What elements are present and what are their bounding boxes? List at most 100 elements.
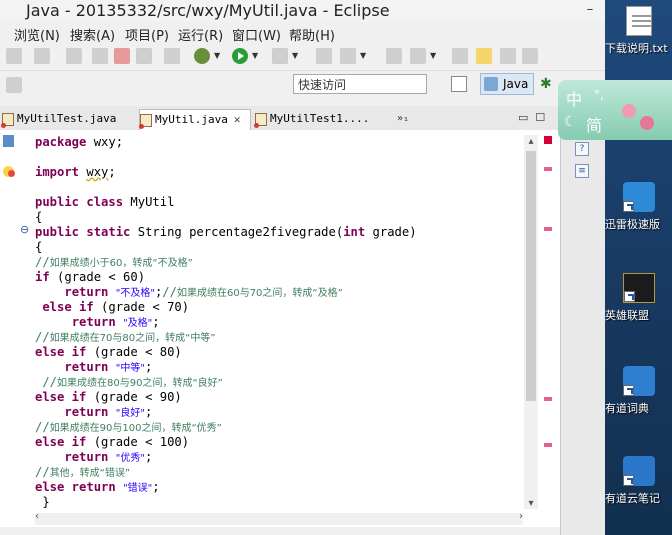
source-code[interactable]: package wxy; import wxy; public class My… [35, 135, 417, 510]
vertical-scrollbar[interactable]: ▴ ▾ [524, 135, 538, 509]
code-line[interactable]: //如果成绩在80与90之间，转成“良好” [35, 375, 417, 390]
scroll-right-arrow-icon[interactable]: › [519, 511, 523, 522]
help-icon[interactable]: ? [575, 142, 589, 156]
suspend-icon[interactable] [92, 48, 108, 64]
overview-marker[interactable] [544, 167, 552, 171]
code-line[interactable]: public class MyUtil [35, 195, 417, 210]
import-warning-icon[interactable] [3, 166, 15, 177]
code-line[interactable]: return "良好"; [35, 405, 417, 420]
overview-marker[interactable] [544, 397, 552, 401]
code-line[interactable]: } [35, 495, 417, 510]
tab-myutiltest[interactable]: MyUtilTest.java [1, 109, 130, 129]
new-java-class-icon[interactable] [340, 48, 356, 64]
tab-myutil[interactable]: MyUtil.java ✕ [139, 109, 251, 130]
code-line[interactable]: { [35, 240, 417, 255]
close-tab-icon[interactable]: ✕ [234, 113, 241, 126]
code-token: (grade < 100) [86, 435, 190, 449]
menu-project[interactable]: 项目(P) [125, 25, 169, 44]
last-edit-icon[interactable] [6, 77, 22, 93]
skip-breakpoints-icon[interactable] [164, 48, 180, 64]
ime-toolbar[interactable]: 中 °, ☾ 简 [558, 80, 672, 140]
undo-icon[interactable] [6, 48, 22, 64]
error-summary-icon[interactable] [544, 136, 552, 144]
toggle-mark-occurrences-icon[interactable] [452, 48, 468, 64]
step-icon[interactable] [66, 48, 82, 64]
code-line[interactable]: { [35, 210, 417, 225]
code-line[interactable]: //如果成绩在70与80之间，转成“中等” [35, 330, 417, 345]
disconnect-icon[interactable] [136, 48, 152, 64]
desktop-icon-xunlei[interactable]: 迅雷极速版 [605, 182, 672, 232]
open-type-icon[interactable] [386, 48, 402, 64]
java-perspective-button[interactable]: Java [480, 73, 534, 95]
horizontal-scrollbar[interactable]: ‹ › [35, 511, 523, 525]
scroll-left-arrow-icon[interactable]: ‹ [35, 511, 39, 522]
ime-halfwidth-icon[interactable]: ☾ [564, 114, 577, 130]
desktop-icon-readme[interactable]: 下载说明.txt [605, 6, 672, 56]
menu-window[interactable]: 窗口(W) [232, 25, 281, 44]
quick-access-input[interactable]: 快速访问 [293, 74, 427, 94]
new-java-package-icon[interactable] [316, 48, 332, 64]
new-dropdown-icon[interactable]: ▼ [360, 48, 368, 64]
run-icon[interactable] [232, 48, 248, 64]
code-line[interactable]: //如果成绩在90与100之间，转成“优秀” [35, 420, 417, 435]
maximize-editor-icon[interactable]: ☐ [535, 111, 545, 124]
open-perspective-icon[interactable] [451, 76, 467, 92]
scroll-up-arrow-icon[interactable]: ▴ [524, 135, 538, 149]
menu-navigate[interactable]: 浏览(N) [14, 25, 60, 44]
menu-help[interactable]: 帮助(H) [289, 25, 335, 44]
run-dropdown-icon[interactable]: ▼ [252, 48, 260, 64]
code-line[interactable]: public static String percentage2fivegrad… [35, 225, 417, 240]
scroll-thumb[interactable] [526, 151, 536, 401]
code-line[interactable]: import wxy; [35, 165, 417, 180]
desktop-icon-youdao-dict[interactable]: 有道词典 [605, 366, 672, 416]
fold-collapse-icon[interactable]: ⊖ [20, 223, 29, 236]
ime-chinese-mode[interactable]: 中 [566, 86, 582, 110]
code-line[interactable]: return "中等"; [35, 360, 417, 375]
external-tools-icon[interactable] [272, 48, 288, 64]
minimize-editor-icon[interactable]: ▭ [518, 111, 528, 124]
tabs-overflow-button[interactable]: »₁ [397, 109, 409, 129]
debug-perspective-icon[interactable]: ✱ [540, 76, 552, 92]
code-line[interactable]: return "不及格";//如果成绩在60与70之间，转成“及格” [35, 285, 417, 300]
desktop-icon-youdao-note[interactable]: 有道云笔记 [605, 456, 672, 506]
redo-icon[interactable] [34, 48, 50, 64]
code-line[interactable]: else return "错误"; [35, 480, 417, 495]
code-line[interactable]: if (grade < 60) [35, 270, 417, 285]
show-whitespace-icon[interactable] [522, 48, 538, 64]
code-line[interactable]: else if (grade < 90) [35, 390, 417, 405]
code-line[interactable]: else if (grade < 70) [35, 300, 417, 315]
code-line[interactable] [35, 180, 417, 195]
code-line[interactable] [35, 150, 417, 165]
toggle-highlight-icon[interactable] [476, 48, 492, 64]
menu-search[interactable]: 搜索(A) [70, 25, 115, 44]
right-trim-panel: ▭ ☐ ? ≡ [560, 106, 605, 535]
ime-punctuation-mode[interactable]: °, [594, 88, 604, 102]
search-icon[interactable] [410, 48, 426, 64]
toggle-block-selection-icon[interactable] [500, 48, 516, 64]
code-line[interactable]: else if (grade < 80) [35, 345, 417, 360]
code-editor[interactable]: ⊖ package wxy; import wxy; public class … [0, 130, 560, 527]
code-line[interactable]: //其他，转成“错误” [35, 465, 417, 480]
tab-myutiltest1[interactable]: MyUtilTest1.... [254, 109, 385, 129]
overview-marker[interactable] [544, 443, 552, 447]
code-line[interactable]: package wxy; [35, 135, 417, 150]
scroll-down-arrow-icon[interactable]: ▾ [524, 497, 538, 511]
code-line[interactable]: else if (grade < 100) [35, 435, 417, 450]
external-tools-dropdown-icon[interactable]: ▼ [292, 48, 300, 64]
overview-marker[interactable] [544, 227, 552, 231]
terminate-icon[interactable] [114, 48, 130, 64]
outline-view-icon[interactable]: ≡ [575, 164, 589, 178]
code-line[interactable]: //如果成绩小于60，转成“不及格” [35, 255, 417, 270]
code-line[interactable]: return "及格"; [35, 315, 417, 330]
debug-icon[interactable] [194, 48, 210, 64]
code-line[interactable]: return "优秀"; [35, 450, 417, 465]
menu-run[interactable]: 运行(R) [178, 25, 223, 44]
ime-simplified-mode[interactable]: 简 [586, 112, 602, 136]
desktop-icon-lol[interactable]: 英雄联盟 [605, 273, 672, 323]
search-dropdown-icon[interactable]: ▼ [430, 48, 438, 64]
debug-dropdown-icon[interactable]: ▼ [214, 48, 222, 64]
minimize-button[interactable]: – [575, 0, 605, 22]
